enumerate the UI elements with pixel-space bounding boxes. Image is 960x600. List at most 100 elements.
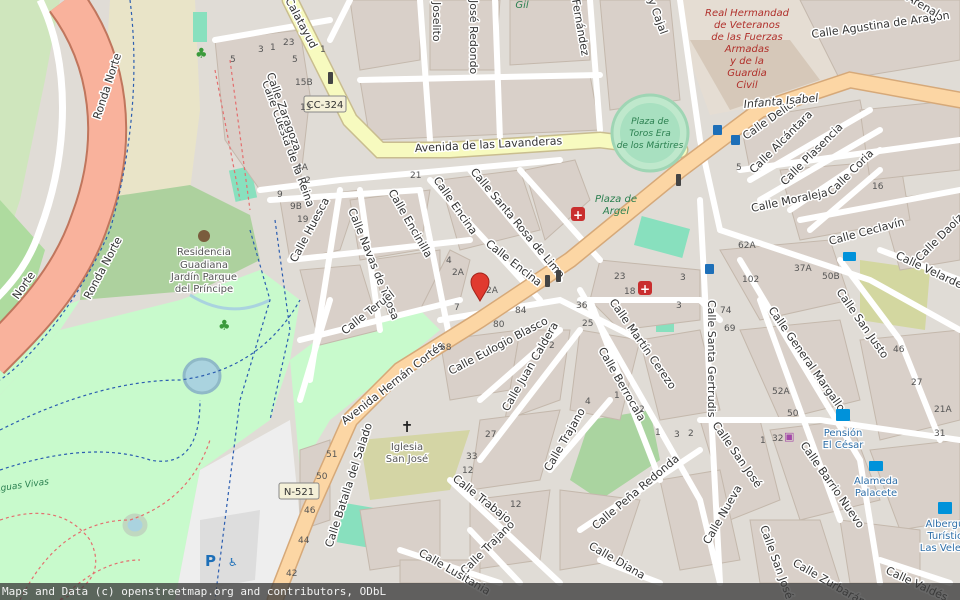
svg-text:▣: ▣: [784, 430, 794, 443]
poi-hermandad-line3: de las Fuerzas: [711, 32, 783, 43]
house-number: 84: [515, 306, 527, 316]
hotel-icon: [836, 409, 850, 421]
house-number: 23: [614, 272, 625, 282]
poi-albergue-line3: Las Veletas: [920, 543, 960, 554]
house-number: 5: [292, 55, 298, 65]
house-number: 1: [270, 43, 276, 53]
house-number: 1: [614, 391, 620, 401]
house-number: 46: [304, 506, 316, 516]
house-number: 9: [277, 190, 283, 200]
house-number: 1: [760, 436, 766, 446]
poi-albergue-line1: Albergue: [926, 519, 960, 530]
svg-text:♣: ♣: [195, 46, 208, 62]
poi-plaza-argel-line1: Plaza de: [595, 194, 637, 205]
house-number: 52A: [772, 387, 790, 397]
poi-iglesia-line2: San José: [386, 453, 428, 465]
house-number: 3: [674, 430, 680, 440]
parking-icon[interactable]: P: [205, 552, 216, 570]
poi-hermandad-line6: Guardia: [727, 68, 767, 79]
pharmacy-icon[interactable]: +: [638, 281, 652, 296]
bus-stop-icon[interactable]: [705, 264, 714, 274]
house-number: 51: [326, 450, 337, 460]
poi-hermandad-line5: y de la: [729, 56, 764, 67]
house-number: 36: [576, 301, 588, 311]
house-number: 27: [911, 378, 922, 388]
house-number: 5: [736, 163, 742, 173]
map-svg[interactable]: Ronda Norte Ronda Norte Norte Avenida de…: [0, 0, 960, 600]
svg-text:+: +: [573, 208, 583, 222]
residence-icon: [198, 230, 210, 242]
house-number: 25: [582, 319, 593, 329]
house-number: 33: [466, 452, 477, 462]
house-number: 3: [676, 301, 682, 311]
house-number: 50B: [822, 272, 840, 282]
house-number: 31: [934, 429, 945, 439]
house-number: 4: [446, 256, 452, 266]
house-number: 7: [454, 303, 460, 313]
shield-cc-324-label: CC-324: [307, 100, 344, 111]
house-number: 37A: [794, 264, 812, 274]
house-number: 74: [720, 306, 732, 316]
house-number: 1: [320, 45, 326, 55]
house-number: 16: [872, 182, 884, 192]
house-number: 5: [230, 55, 236, 65]
hostel-icon: [938, 502, 952, 514]
house-number: 80: [493, 320, 505, 330]
house-number: 46: [893, 345, 905, 355]
house-number: 62A: [738, 241, 756, 251]
poi-residencia-line1: Residencia: [177, 247, 231, 258]
poi-hermandad-line1: Real Hermandad: [705, 8, 790, 19]
house-number: 18: [624, 287, 636, 297]
poi-residencia-line3: Jardín Parque: [170, 271, 237, 283]
hotel-icon: [869, 461, 883, 471]
house-number: 1: [655, 428, 661, 438]
fountain: [122, 513, 148, 537]
pharmacy-icon[interactable]: +: [571, 207, 585, 222]
house-number: 13: [300, 103, 311, 113]
house-number: 4: [585, 397, 591, 407]
poi-pension-line2: El César: [823, 439, 865, 451]
bus-stop-icon[interactable]: [713, 125, 722, 135]
house-number: 102: [742, 275, 759, 285]
poi-iglesia-line1: Iglesia: [391, 442, 423, 453]
label-joselito: Joselito: [430, 1, 443, 42]
svg-text:P: P: [205, 552, 216, 570]
bus-stop-icon[interactable]: [731, 135, 740, 145]
poi-hermandad-line4: Armadas: [724, 44, 770, 55]
sports-pitch: [193, 12, 207, 42]
house-number: 2: [305, 176, 311, 186]
house-number: 27: [485, 430, 496, 440]
house-number: 69: [724, 324, 736, 334]
poi-residencia-line4: del Príncipe: [175, 283, 233, 295]
house-number: 32: [772, 434, 783, 444]
house-number: 50: [787, 409, 799, 419]
shop-icon: ▣: [784, 430, 794, 443]
house-number: 9B: [290, 202, 302, 212]
house-number: 2: [639, 405, 645, 415]
label-gil: Gil: [515, 0, 529, 11]
poi-hermandad-line2: de Veteranos: [714, 20, 780, 31]
poi-albergue-line2: Turístico: [926, 530, 960, 542]
house-number: 21A: [934, 405, 952, 415]
poi-pension-line1: Pensión: [824, 427, 863, 439]
poi-hermandad-line7: Civil: [736, 80, 757, 91]
house-number: 19: [297, 215, 309, 225]
hotel-icon-small: [843, 252, 856, 261]
house-number: 23: [283, 38, 294, 48]
shield-n-521-label: N-521: [284, 487, 314, 498]
church-icon: ✝: [401, 418, 414, 436]
poi-plaza-toros-line3: de los Mártires: [617, 141, 684, 151]
poi-alameda-line2: Palacete: [855, 488, 897, 499]
poi-alameda-line1: Alameda: [854, 476, 898, 487]
map-canvas[interactable]: Ronda Norte Ronda Norte Norte Avenida de…: [0, 0, 960, 600]
poi-residencia-line2: Guadiana: [180, 260, 228, 271]
svg-text:+: +: [640, 282, 650, 296]
house-number: 12: [510, 500, 521, 510]
house-number: 2: [688, 429, 694, 439]
house-number: 44: [298, 536, 310, 546]
poi-plaza-argel-line2: Argel: [602, 206, 629, 217]
house-number: 2: [549, 341, 555, 351]
house-number: 2A: [452, 268, 465, 278]
house-number: 50: [316, 472, 328, 482]
label-jose-redondo: José Redondo: [467, 0, 480, 75]
